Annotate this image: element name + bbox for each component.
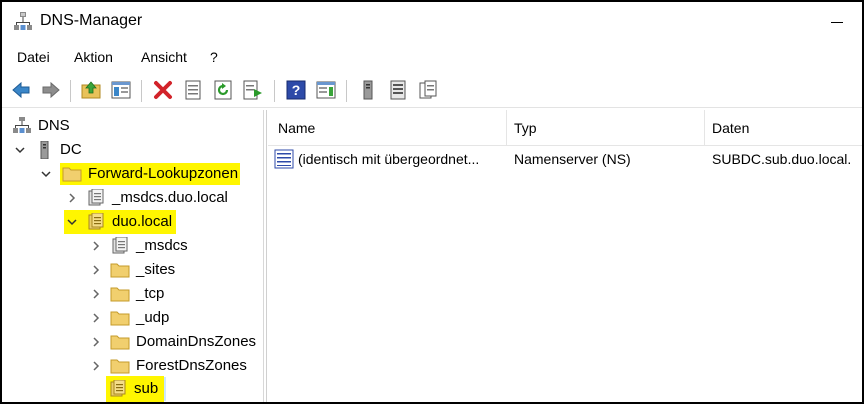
- tree-item-forestdnszones[interactable]: ForestDnsZones: [88, 354, 247, 378]
- back-arrow-icon[interactable]: [10, 79, 32, 101]
- toolbar-separator: [274, 80, 275, 102]
- refresh-icon[interactable]: [212, 79, 234, 101]
- help-icon[interactable]: ?: [285, 79, 307, 101]
- column-header-name[interactable]: Name: [270, 110, 315, 146]
- window-title: DNS-Manager: [40, 12, 143, 29]
- pane-splitter[interactable]: [266, 110, 267, 402]
- cell-daten: SUBDC.sub.duo.local.: [712, 151, 852, 167]
- server-icon: [34, 141, 54, 159]
- up-folder-icon[interactable]: [80, 79, 102, 101]
- list-icon[interactable]: [387, 79, 409, 101]
- tree-item-label: duo.local: [112, 213, 173, 230]
- zone-icon: [108, 380, 128, 398]
- tree-item-label: sub: [134, 380, 159, 397]
- show-action-pane-icon[interactable]: [315, 79, 337, 101]
- toolbar-separator: [70, 80, 71, 102]
- records-icon[interactable]: [417, 79, 439, 101]
- cell-name: (identisch mit übergeordnet...: [298, 151, 480, 167]
- content-area: DNS DC Forward-Lookupzonen _msdcs.duo.lo…: [2, 110, 862, 402]
- chevron-down-icon[interactable]: [12, 142, 28, 158]
- chevron-right-icon[interactable]: [88, 262, 104, 278]
- records-list: Name Typ Daten (identisch mit übergeordn…: [268, 110, 862, 402]
- chevron-right-icon[interactable]: [88, 334, 104, 350]
- folder-icon: [110, 333, 130, 351]
- chevron-down-icon[interactable]: [38, 166, 54, 182]
- tree-item-label: ForestDnsZones: [136, 357, 247, 374]
- menu-datei[interactable]: Datei: [17, 49, 50, 65]
- tree-item-label: _udp: [136, 309, 170, 326]
- tree-item-label: Forward-Lookupzonen: [88, 165, 239, 182]
- tree-item-udp[interactable]: _udp: [88, 306, 169, 330]
- tree-item-label: DC: [60, 141, 82, 158]
- server-icon[interactable]: [357, 79, 379, 101]
- tree-item-label: DNS: [38, 117, 70, 134]
- zone-icon: [86, 189, 106, 207]
- minimize-button[interactable]: [825, 6, 855, 36]
- chevron-right-icon[interactable]: [88, 238, 104, 254]
- tree-item-tcp[interactable]: _tcp: [88, 282, 164, 306]
- folder-icon: [110, 309, 130, 327]
- tree-item-sub[interactable]: sub: [106, 376, 167, 402]
- column-header-daten[interactable]: Daten: [704, 110, 749, 146]
- zone-icon: [86, 213, 106, 231]
- tree-item-label: _msdcs: [136, 237, 188, 254]
- tree-item-domaindnszones[interactable]: DomainDnsZones: [88, 330, 256, 354]
- menu-help[interactable]: ?: [210, 49, 218, 65]
- folder-icon: [110, 261, 130, 279]
- tree-item-dns[interactable]: DNS: [12, 114, 70, 138]
- toolbar: ?: [2, 74, 862, 108]
- title-bar: DNS-Manager: [2, 2, 862, 42]
- menu-aktion[interactable]: Aktion: [74, 49, 113, 65]
- show-hide-console-tree-icon[interactable]: [110, 79, 132, 101]
- properties-icon[interactable]: [182, 79, 204, 101]
- tree-item-label: _tcp: [136, 285, 165, 302]
- dns-manager-window: DNS-Manager Datei Aktion Ansicht ? ? DNS…: [0, 0, 864, 404]
- menu-bar: Datei Aktion Ansicht ?: [2, 44, 862, 72]
- chevron-right-icon[interactable]: [88, 310, 104, 326]
- menu-ansicht[interactable]: Ansicht: [141, 49, 187, 65]
- table-row[interactable]: (identisch mit übergeordnet... Namenserv…: [268, 148, 862, 170]
- console-tree: DNS DC Forward-Lookupzonen _msdcs.duo.lo…: [2, 110, 264, 402]
- tree-item-msdcs-duo-local[interactable]: _msdcs.duo.local: [64, 186, 228, 210]
- chevron-right-icon[interactable]: [88, 358, 104, 374]
- dns-icon: [12, 117, 32, 135]
- tree-item-label: DomainDnsZones: [136, 333, 257, 350]
- record-icon: [274, 148, 296, 170]
- cell-typ: Namenserver (NS): [514, 151, 631, 167]
- svg-text:?: ?: [292, 82, 301, 98]
- tree-item-dc[interactable]: DC: [12, 138, 82, 162]
- list-header: Name Typ Daten: [268, 110, 862, 146]
- export-list-icon[interactable]: [242, 79, 264, 101]
- tree-item-sites[interactable]: _sites: [88, 258, 175, 282]
- zone-icon: [110, 237, 130, 255]
- column-header-typ[interactable]: Typ: [506, 110, 537, 146]
- folder-icon: [62, 165, 82, 183]
- chevron-right-icon[interactable]: [88, 286, 104, 302]
- chevron-down-icon[interactable]: [64, 214, 80, 230]
- tree-item-duo-local[interactable]: duo.local: [64, 210, 177, 234]
- dns-manager-app-icon: [14, 11, 32, 31]
- tree-item-label: _msdcs.duo.local: [112, 189, 228, 206]
- folder-icon: [110, 357, 130, 375]
- folder-icon: [110, 285, 130, 303]
- toolbar-separator: [346, 80, 347, 102]
- tree-item-forward-lookupzonen[interactable]: Forward-Lookupzonen: [38, 162, 241, 186]
- forward-arrow-icon[interactable]: [40, 79, 62, 101]
- chevron-right-icon[interactable]: [64, 190, 80, 206]
- tree-item-label: _sites: [136, 261, 176, 278]
- toolbar-separator: [141, 80, 142, 102]
- delete-icon[interactable]: [152, 79, 174, 101]
- tree-item-msdcs[interactable]: _msdcs: [88, 234, 188, 258]
